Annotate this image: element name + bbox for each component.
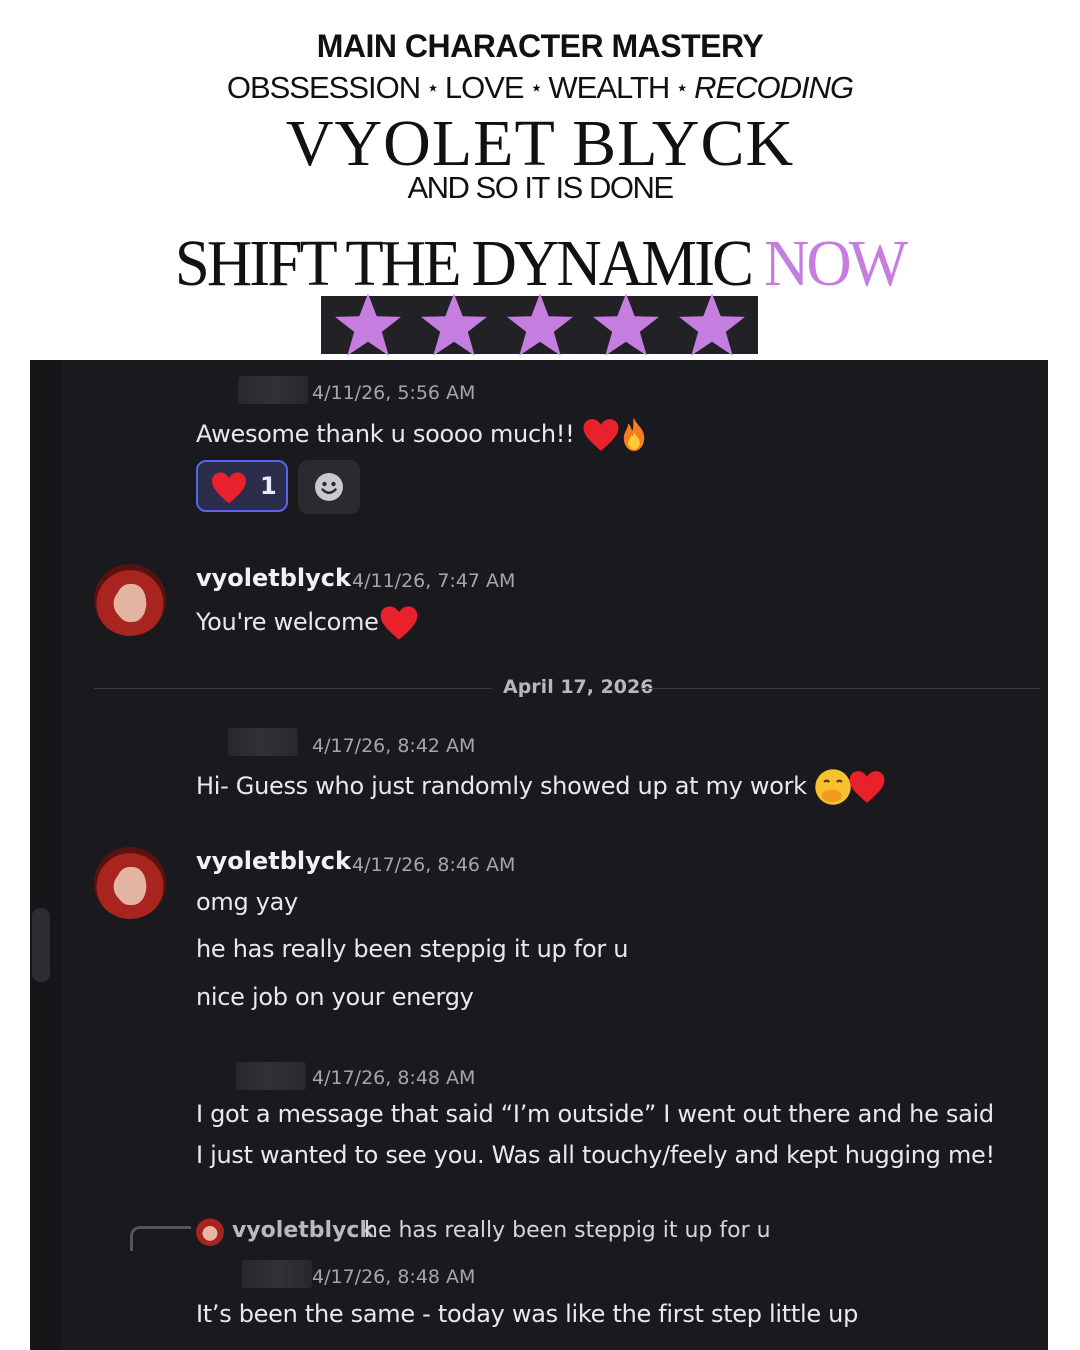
reply-connector xyxy=(130,1226,191,1251)
message-line: he has really been steppig it up for u xyxy=(196,935,629,963)
message-timestamp: 4/11/26, 5:56 AM xyxy=(312,382,476,404)
red-heart-icon xyxy=(212,472,246,504)
promo-tags: OBSSESSION ⋆ LOVE ⋆ WEALTH ⋆ RECODING xyxy=(0,70,1080,106)
avatar[interactable] xyxy=(94,564,166,636)
date-divider: April 17, 2026 xyxy=(503,676,654,698)
message-body: Hi- Guess who just randomly showed up at… xyxy=(196,772,807,800)
star-icon xyxy=(506,293,573,356)
message-line: omg yay xyxy=(196,888,298,916)
fire-icon xyxy=(623,417,644,452)
add-reaction-button[interactable] xyxy=(298,460,360,514)
message-body: Awesome thank u soooo much!! xyxy=(196,420,575,448)
hand-over-mouth-icon xyxy=(815,769,851,805)
message-timestamp: 4/17/26, 8:48 AM xyxy=(312,1067,476,1089)
avatar[interactable] xyxy=(94,847,166,919)
headline-accent: NOW xyxy=(763,227,908,300)
tag-love: LOVE xyxy=(444,70,525,105)
star-rating xyxy=(321,293,758,356)
reply-username[interactable]: vyoletblyck xyxy=(232,1218,374,1243)
reply-avatar xyxy=(196,1218,224,1246)
star-icon xyxy=(420,293,487,356)
tag-obsession: OBSSESSION xyxy=(226,70,421,105)
message-text: It’s been the same - today was like the … xyxy=(196,1300,859,1328)
heart-reaction-button[interactable]: 1 xyxy=(196,460,288,512)
star-icon xyxy=(334,293,401,356)
red-heart-icon xyxy=(849,771,885,803)
message-text: Awesome thank u soooo much!! xyxy=(196,416,652,454)
smiley-icon xyxy=(315,473,343,501)
message-line: nice job on your energy xyxy=(196,983,474,1011)
message-text: Hi- Guess who just randomly showed up at… xyxy=(196,768,886,806)
red-heart-icon xyxy=(380,606,417,640)
star-separator: ⋆ xyxy=(675,75,689,100)
message-line: I got a message that said “I’m outside” … xyxy=(196,1100,994,1128)
redacted-username xyxy=(228,728,298,756)
message-text: You're welcome xyxy=(196,604,419,642)
message-body: You're welcome xyxy=(196,608,379,636)
star-icon xyxy=(592,293,659,356)
star-icon xyxy=(678,293,745,356)
message-timestamp: 4/17/26, 8:42 AM xyxy=(312,735,476,757)
tag-recoding: RECODING xyxy=(694,70,854,105)
red-heart-icon xyxy=(583,419,619,451)
star-separator: ⋆ xyxy=(529,75,544,100)
message-timestamp: 4/11/26, 7:47 AM xyxy=(352,570,516,592)
reaction-count: 1 xyxy=(260,472,277,500)
username[interactable]: vyoletblyck xyxy=(196,564,351,592)
username[interactable]: vyoletblyck xyxy=(196,847,351,875)
chat-panel: 4/11/26, 5:56 AM Awesome thank u soooo m… xyxy=(30,360,1048,1350)
scroll-handle[interactable] xyxy=(32,908,50,982)
message-line: I just wanted to see you. Was all touchy… xyxy=(196,1141,995,1169)
redacted-username xyxy=(238,376,308,404)
tagline: AND SO IT IS DONE xyxy=(407,170,674,205)
chat-sidebar-strip xyxy=(30,360,62,1350)
promo-title: MAIN CHARACTER MASTERY xyxy=(316,28,764,64)
redacted-username xyxy=(236,1062,306,1090)
tag-wealth: WEALTH xyxy=(548,70,670,105)
redacted-username xyxy=(242,1260,312,1288)
headline: SHIFT THE DYNAMIC NOW xyxy=(27,226,1053,302)
date-divider-line xyxy=(94,688,492,689)
star-separator: ⋆ xyxy=(426,75,440,100)
reply-preview[interactable]: he has really been steppig it up for u xyxy=(364,1218,771,1243)
message-timestamp: 4/17/26, 8:48 AM xyxy=(312,1266,476,1288)
headline-main: SHIFT THE DYNAMIC xyxy=(174,227,754,300)
message-timestamp: 4/17/26, 8:46 AM xyxy=(352,854,516,876)
date-divider-line xyxy=(642,688,1040,689)
